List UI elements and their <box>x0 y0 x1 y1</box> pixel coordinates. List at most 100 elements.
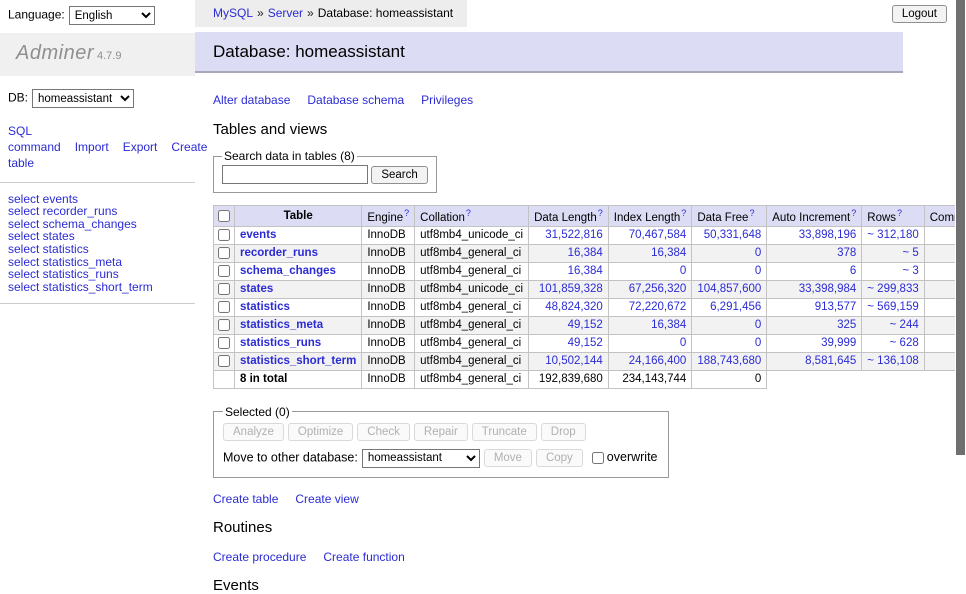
sidebar-action-link[interactable]: Export <box>123 140 158 154</box>
adminer-logo: Adminer4.7.9 <box>0 33 195 76</box>
sidebar-table-link[interactable]: select statistics_runs <box>8 268 195 281</box>
auto-increment-cell: 325 <box>767 316 862 334</box>
selected-optimize-button[interactable]: Optimize <box>288 423 353 441</box>
select-all-checkbox[interactable] <box>218 210 230 222</box>
overwrite-label: overwrite <box>607 450 658 464</box>
engine-cell: InnoDB <box>362 244 415 262</box>
index-length-cell: 16,384 <box>608 244 692 262</box>
selected-check-button[interactable]: Check <box>357 423 410 441</box>
total-data-length-cell: 192,839,680 <box>529 370 609 388</box>
index-length-cell: 72,220,672 <box>608 298 692 316</box>
logout-button[interactable]: Logout <box>892 5 947 23</box>
database-nav-link[interactable]: Alter database <box>213 93 290 107</box>
scrollbar-thumb[interactable] <box>956 0 965 455</box>
table-name-cell: schema_changes <box>235 262 362 280</box>
ghost-cell <box>767 370 966 388</box>
create-link[interactable]: Create view <box>295 492 358 506</box>
table-name-link[interactable]: events <box>240 229 276 241</box>
row-checkbox[interactable] <box>218 283 230 295</box>
index-length-cell: 67,256,320 <box>608 280 692 298</box>
move-row: Move to other database:homeassistantMove… <box>223 449 658 468</box>
overwrite-checkbox[interactable] <box>592 452 604 464</box>
data-free-cell: 0 <box>692 262 767 280</box>
row-checkbox[interactable] <box>218 247 230 259</box>
tables-table: TableEngine?Collation?Data Length?Index … <box>213 205 966 389</box>
row-checkbox[interactable] <box>218 265 230 277</box>
auto-increment-cell: 8,581,645 <box>767 352 862 370</box>
selected-action-buttons: AnalyzeOptimizeCheckRepairTruncateDrop <box>223 423 658 441</box>
table-row: statistics_short_termInnoDButf8mb4_gener… <box>214 352 966 370</box>
column-header: Engine? <box>362 206 415 227</box>
table-name-link[interactable]: statistics_meta <box>240 319 323 331</box>
rows-cell: ~ 569,159 <box>862 298 924 316</box>
search-button[interactable]: Search <box>371 166 427 184</box>
engine-cell: InnoDB <box>362 316 415 334</box>
database-nav-link[interactable]: Database schema <box>307 93 404 107</box>
column-header: Index Length? <box>608 206 692 227</box>
sidebar-action-link[interactable]: Import <box>75 140 109 154</box>
column-header: Data Length? <box>529 206 609 227</box>
column-help-link[interactable]: ? <box>466 208 471 218</box>
create-link[interactable]: Create table <box>213 492 278 506</box>
engine-cell: InnoDB <box>362 280 415 298</box>
row-checkbox[interactable] <box>218 319 230 331</box>
selected-analyze-button[interactable]: Analyze <box>223 423 284 441</box>
db-select[interactable]: homeassistant <box>32 89 134 108</box>
column-help-link[interactable]: ? <box>851 208 856 218</box>
auto-increment-cell: 33,898,196 <box>767 226 862 244</box>
column-help-link[interactable]: ? <box>404 208 409 218</box>
breadcrumb-link-server[interactable]: Server <box>268 6 303 20</box>
language-select[interactable]: English <box>69 6 155 25</box>
collation-cell: utf8mb4_general_ci <box>415 352 529 370</box>
row-checkbox[interactable] <box>218 301 230 313</box>
data-free-cell: 0 <box>692 316 767 334</box>
breadcrumb-link-mysql[interactable]: MySQL <box>213 6 253 20</box>
table-name-link[interactable]: states <box>240 283 273 295</box>
move-button[interactable]: Move <box>484 449 532 467</box>
rows-cell: ~ 244 <box>862 316 924 334</box>
routine-create-link[interactable]: Create procedure <box>213 550 306 564</box>
sidebar-table-link[interactable]: select recorder_runs <box>8 205 195 218</box>
data-length-cell: 16,384 <box>529 262 609 280</box>
data-length-cell: 101,859,328 <box>529 280 609 298</box>
table-name-link[interactable]: statistics_short_term <box>240 355 356 367</box>
column-help-link[interactable]: ? <box>681 208 686 218</box>
checkbox-cell <box>214 206 235 227</box>
row-checkbox[interactable] <box>218 337 230 349</box>
checkbox-cell <box>214 244 235 262</box>
page-title: Database: homeassistant <box>195 32 903 73</box>
table-name-link[interactable]: recorder_runs <box>240 247 318 259</box>
column-help-link[interactable]: ? <box>749 208 754 218</box>
column-header: Data Free? <box>692 206 767 227</box>
row-checkbox[interactable] <box>218 355 230 367</box>
copy-button[interactable]: Copy <box>536 449 583 467</box>
column-help-link[interactable]: ? <box>897 208 902 218</box>
table-name-link[interactable]: statistics_runs <box>240 337 321 349</box>
sidebar-action-link[interactable]: SQL command <box>8 124 61 154</box>
database-nav-link[interactable]: Privileges <box>421 93 473 107</box>
engine-cell: InnoDB <box>362 298 415 316</box>
sidebar-table-link[interactable]: select statistics <box>8 243 195 256</box>
total-engine-cell: InnoDB <box>362 370 415 388</box>
scrollbar[interactable] <box>955 0 966 543</box>
selected-repair-button[interactable]: Repair <box>414 423 468 441</box>
table-name-link[interactable]: statistics <box>240 301 290 313</box>
empty-cell <box>214 370 235 388</box>
index-length-cell: 16,384 <box>608 316 692 334</box>
sidebar-action-links: SQL commandImportExportCreate table <box>8 123 187 172</box>
row-checkbox[interactable] <box>218 229 230 241</box>
rows-cell: ~ 312,180 <box>862 226 924 244</box>
move-db-select[interactable]: homeassistant <box>362 449 480 468</box>
collation-cell: utf8mb4_general_ci <box>415 244 529 262</box>
data-free-cell: 6,291,456 <box>692 298 767 316</box>
column-help-link[interactable]: ? <box>598 208 603 218</box>
search-input[interactable] <box>222 165 368 184</box>
selected-drop-button[interactable]: Drop <box>541 423 586 441</box>
table-name-link[interactable]: schema_changes <box>240 265 336 277</box>
routine-create-link[interactable]: Create function <box>323 550 404 564</box>
rows-cell: ~ 628 <box>862 334 924 352</box>
selected-truncate-button[interactable]: Truncate <box>472 423 537 441</box>
sidebar-table-link[interactable]: select statistics_short_term <box>8 281 195 294</box>
rows-cell: ~ 299,833 <box>862 280 924 298</box>
auto-increment-cell: 33,398,984 <box>767 280 862 298</box>
